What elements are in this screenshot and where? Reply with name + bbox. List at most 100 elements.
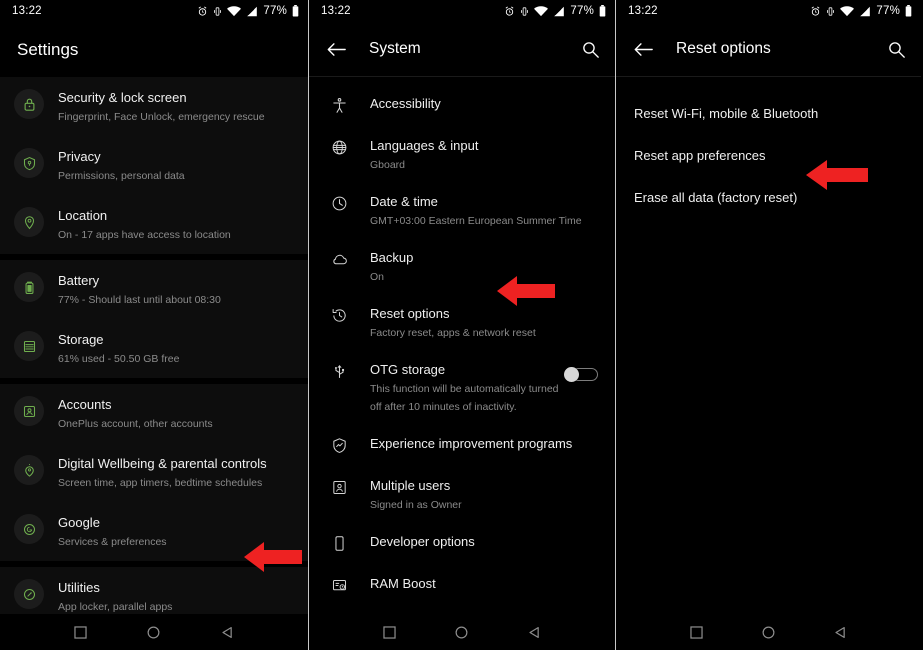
recents-square-icon[interactable] — [690, 625, 703, 639]
globe-icon — [327, 139, 351, 156]
panel-reset-options: 13:22 77% Reset options Reset Wi-Fi, mob… — [616, 0, 921, 650]
settings-item-security[interactable]: Security & lock screen Fingerprint, Face… — [0, 77, 308, 136]
vibrate-icon — [827, 6, 835, 16]
multiple-users-icon — [327, 479, 351, 496]
wellbeing-icon — [14, 455, 44, 485]
usb-icon — [327, 363, 351, 380]
settings-item-location[interactable]: Location On - 17 apps have access to loc… — [0, 195, 308, 254]
battery-percent: 77% — [876, 5, 900, 17]
wifi-icon — [227, 5, 242, 16]
page-title: Reset options — [676, 40, 771, 57]
alarm-icon — [505, 6, 514, 16]
battery-icon — [599, 5, 606, 17]
item-subtitle: On - 17 apps have access to location — [58, 229, 231, 241]
system-item-reset-options[interactable]: Reset options Factory reset, apps & netw… — [309, 295, 615, 351]
item-title: Digital Wellbeing & parental controls — [58, 456, 267, 471]
lock-icon — [14, 89, 44, 119]
settings-group: Security & lock screen Fingerprint, Face… — [0, 77, 308, 254]
page-title: System — [369, 40, 421, 57]
item-title: Reset Wi-Fi, mobile & Bluetooth — [634, 106, 819, 121]
system-item-ram-boost[interactable]: RAM Boost — [309, 565, 615, 607]
home-circle-icon[interactable] — [455, 626, 468, 639]
item-subtitle: 61% used - 50.50 GB free — [58, 353, 180, 365]
storage-icon — [14, 331, 44, 361]
system-item-date-time[interactable]: Date & time GMT+03:00 Eastern European S… — [309, 183, 615, 239]
settings-item-google[interactable]: Google Services & preferences — [0, 502, 308, 561]
back-triangle-icon[interactable] — [528, 626, 541, 639]
settings-item-storage[interactable]: Storage 61% used - 50.50 GB free — [0, 319, 308, 378]
back-triangle-icon[interactable] — [221, 626, 234, 639]
item-subtitle: Signed in as Owner — [370, 499, 462, 511]
battery-icon — [14, 272, 44, 302]
back-arrow-icon[interactable] — [634, 42, 666, 57]
back-arrow-icon[interactable] — [327, 42, 359, 57]
item-title: Date & time — [370, 194, 438, 209]
wifi-icon — [840, 5, 855, 16]
reset-item-factory-reset[interactable]: Erase all data (factory reset) — [616, 177, 921, 219]
system-item-multiple-users[interactable]: Multiple users Signed in as Owner — [309, 467, 615, 523]
system-item-otg-storage[interactable]: OTG storage This function will be automa… — [309, 351, 615, 425]
settings-list: Security & lock screen Fingerprint, Face… — [0, 77, 308, 650]
panel-settings-home: 13:22 77% Settings Security & lock scree… — [0, 0, 308, 650]
home-circle-icon[interactable] — [147, 626, 160, 639]
item-subtitle: Fingerprint, Face Unlock, emergency resc… — [58, 111, 265, 123]
status-bar-3: 13:22 77% — [616, 0, 921, 22]
vibrate-icon — [521, 6, 529, 16]
status-bar-1: 13:22 77% — [0, 0, 308, 22]
item-title: Security & lock screen — [58, 90, 187, 105]
status-time: 13:22 — [628, 5, 658, 17]
recents-square-icon[interactable] — [383, 625, 396, 639]
navigation-bar-1 — [0, 614, 308, 650]
settings-item-digital-wellbeing[interactable]: Digital Wellbeing & parental controls Sc… — [0, 443, 308, 502]
system-item-developer-options[interactable]: Developer options — [309, 523, 615, 565]
item-subtitle: OnePlus account, other accounts — [58, 418, 213, 430]
item-title: Accounts — [58, 397, 112, 412]
search-icon[interactable] — [879, 41, 905, 58]
search-icon[interactable] — [573, 41, 599, 58]
system-item-experience-programs[interactable]: Experience improvement programs — [309, 425, 615, 467]
alarm-icon — [198, 6, 207, 16]
item-subtitle: On — [370, 271, 385, 283]
item-title: Developer options — [370, 534, 475, 549]
system-item-accessibility[interactable]: Accessibility — [309, 85, 615, 127]
vibrate-icon — [214, 6, 222, 16]
item-title: Reset app preferences — [634, 148, 766, 163]
item-title: OTG storage — [370, 362, 446, 377]
item-subtitle: Screen time, app timers, bedtime schedul… — [58, 477, 263, 489]
cellular-signal-icon — [554, 6, 565, 16]
item-title: Google — [58, 515, 100, 530]
item-subtitle: Factory reset, apps & network reset — [370, 327, 536, 339]
recents-square-icon[interactable] — [74, 625, 87, 639]
system-item-backup[interactable]: Backup On — [309, 239, 615, 295]
experience-shield-icon — [327, 437, 351, 454]
item-subtitle: GMT+03:00 Eastern European Summer Time — [370, 215, 582, 227]
three-panel-screenshot-strip: 13:22 77% Settings Security & lock scree… — [0, 0, 923, 650]
ram-boost-icon — [327, 577, 351, 594]
item-title: Erase all data (factory reset) — [634, 190, 798, 205]
location-pin-icon — [14, 207, 44, 237]
navigation-bar-2 — [309, 614, 615, 650]
settings-item-accounts[interactable]: Accounts OnePlus account, other accounts — [0, 384, 308, 443]
status-time: 13:22 — [12, 5, 42, 17]
settings-item-battery[interactable]: Battery 77% - Should last until about 08… — [0, 260, 308, 319]
status-icons: 77% — [504, 5, 606, 17]
back-triangle-icon[interactable] — [834, 626, 847, 639]
panel-system-settings: 13:22 77% System Accessibility Languages… — [308, 0, 616, 650]
settings-item-privacy[interactable]: Privacy Permissions, personal data — [0, 136, 308, 195]
system-item-languages[interactable]: Languages & input Gboard — [309, 127, 615, 183]
battery-percent: 77% — [263, 5, 287, 17]
status-icons: 77% — [197, 5, 299, 17]
item-title: Backup — [370, 250, 414, 265]
home-circle-icon[interactable] — [762, 626, 775, 639]
account-icon — [14, 396, 44, 426]
cellular-signal-icon — [247, 6, 258, 16]
status-bar-2: 13:22 77% — [309, 0, 615, 22]
status-icons: 77% — [810, 5, 912, 17]
item-title: Storage — [58, 332, 104, 347]
reset-options-list: Reset Wi-Fi, mobile & Bluetooth Reset ap… — [616, 77, 921, 219]
reset-item-network[interactable]: Reset Wi-Fi, mobile & Bluetooth — [616, 93, 921, 135]
item-subtitle: This function will be automatically turn… — [370, 383, 559, 413]
page-title-settings: Settings — [17, 39, 79, 59]
otg-toggle[interactable] — [561, 367, 601, 382]
reset-item-app-preferences[interactable]: Reset app preferences — [616, 135, 921, 177]
